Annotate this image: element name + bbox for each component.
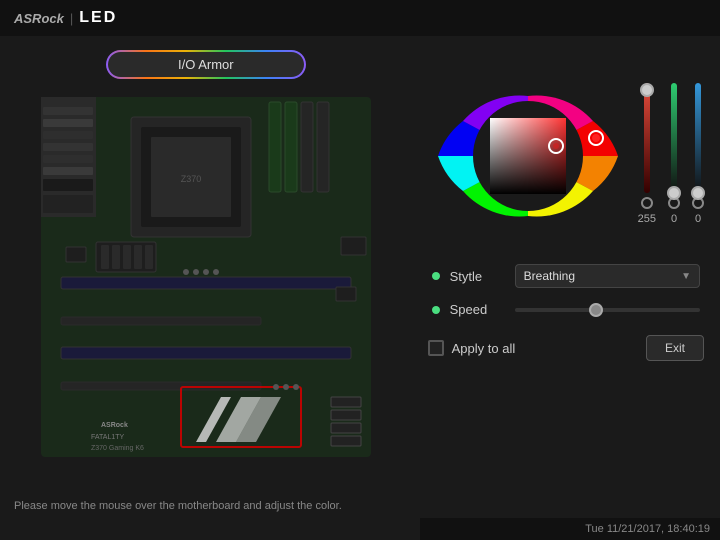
bottom-row: Apply to all Exit [428, 335, 704, 361]
apply-label: Apply to all [452, 341, 516, 356]
logo-area: ASRock | LED [14, 9, 117, 27]
datetime: Tue 11/21/2017, 18:40:19 [585, 523, 710, 535]
status-bar: Tue 11/21/2017, 18:40:19 [420, 518, 720, 540]
controls-area: Stytle Breathing ▼ Speed [428, 264, 704, 331]
color-wheel-svg[interactable] [428, 56, 628, 256]
left-panel: I/O Armor [0, 36, 412, 540]
svg-text:FATAL1TY: FATAL1TY [91, 434, 125, 441]
green-slider-track[interactable] [671, 83, 677, 193]
speed-label: Speed [450, 302, 505, 317]
speed-thumb[interactable] [589, 303, 603, 317]
zone-selector-button[interactable]: I/O Armor [108, 52, 304, 77]
green-slider-col: 0 [668, 83, 680, 225]
red-circle-indicator [641, 197, 653, 209]
apply-checkbox[interactable] [428, 340, 444, 356]
blue-slider-col: 0 [692, 83, 704, 225]
red-fill [644, 83, 650, 193]
svg-text:ASRock: ASRock [101, 422, 128, 429]
green-value: 0 [671, 213, 677, 225]
svg-text:Z370: Z370 [181, 174, 202, 184]
speed-slider-container [515, 308, 700, 312]
color-wheel-container[interactable] [428, 56, 628, 256]
red-slider-col: 255 [638, 83, 656, 225]
style-dropdown[interactable]: Breathing ▼ [515, 264, 700, 288]
style-row: Stytle Breathing ▼ [432, 264, 700, 288]
dropdown-arrow-icon: ▼ [681, 271, 691, 282]
speed-track[interactable] [515, 308, 700, 312]
svg-text:Z370 Gaming K6: Z370 Gaming K6 [91, 445, 144, 452]
blue-value: 0 [695, 213, 701, 225]
green-knob[interactable] [667, 186, 681, 200]
apply-checkbox-area: Apply to all [428, 340, 638, 356]
color-controls-row: 255 0 [428, 46, 704, 256]
separator: | [70, 11, 73, 26]
exit-button[interactable]: Exit [646, 335, 704, 361]
blue-knob[interactable] [691, 186, 705, 200]
style-dropdown-value: Breathing [524, 269, 575, 283]
zone-selector-gradient: I/O Armor [106, 50, 306, 79]
brand-name: ASRock [14, 11, 64, 26]
speed-row: Speed [432, 302, 700, 317]
header: ASRock | LED [0, 0, 720, 36]
main-content: I/O Armor [0, 36, 720, 540]
app-name: LED [79, 9, 117, 27]
red-slider-track[interactable] [644, 83, 650, 193]
motherboard-svg: Z370 ASRock FATAL [21, 87, 391, 467]
red-value: 255 [638, 213, 656, 225]
blue-slider-track[interactable] [695, 83, 701, 193]
style-dot [432, 272, 440, 280]
motherboard-area: Z370 ASRock FATAL [21, 87, 391, 467]
style-label: Stytle [450, 269, 505, 284]
rgb-sliders-area: 255 0 [638, 83, 704, 225]
speed-dot [432, 306, 440, 314]
hint-text: Please move the mouse over the motherboa… [14, 500, 342, 512]
red-knob[interactable] [640, 83, 654, 97]
right-panel: 255 0 [412, 36, 720, 540]
